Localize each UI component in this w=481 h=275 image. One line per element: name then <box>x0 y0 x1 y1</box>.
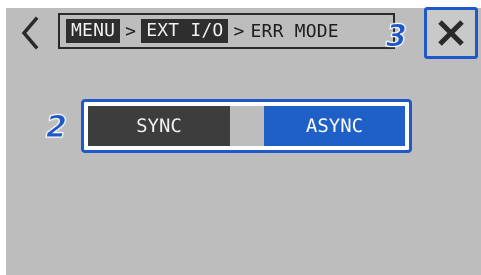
callout-number-3: 3 <box>386 19 408 55</box>
mode-toggle: SYNC ASYNC <box>88 106 405 146</box>
sync-option[interactable]: SYNC <box>88 106 230 146</box>
breadcrumb-menu[interactable]: MENU <box>66 19 121 43</box>
async-option[interactable]: ASYNC <box>264 106 405 146</box>
breadcrumb: MENU > EXT I/O > ERR MODE <box>58 13 395 49</box>
toggle-divider <box>230 106 264 146</box>
breadcrumb-separator: > <box>233 20 245 42</box>
callout-number-2: 2 <box>46 110 68 146</box>
close-x-icon <box>438 20 464 46</box>
breadcrumb-ext-io[interactable]: EXT I/O <box>141 19 229 43</box>
close-button[interactable] <box>424 7 478 59</box>
breadcrumb-separator: > <box>125 20 137 42</box>
chevron-left-icon <box>21 16 39 50</box>
back-button[interactable] <box>16 13 44 53</box>
breadcrumb-err-mode: ERR MODE <box>250 20 339 42</box>
mode-toggle-highlight: SYNC ASYNC <box>81 99 412 153</box>
